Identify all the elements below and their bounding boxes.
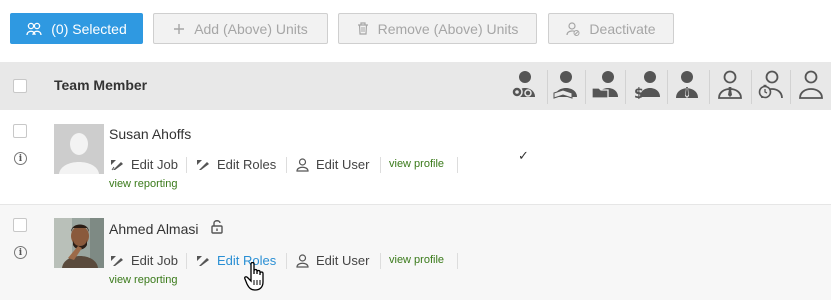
user-dollar-icon[interactable]: $ [632,66,662,102]
edit-job-link[interactable]: Edit Job [110,253,178,268]
edit-job-label: Edit Job [131,157,178,172]
group-icon [26,22,42,36]
action-divider [380,157,381,173]
header-divider [547,70,548,104]
view-reporting-link[interactable]: view reporting [109,274,177,286]
user-gear-icon[interactable] [508,66,538,102]
action-divider [457,253,458,269]
avatar [54,218,104,268]
edit-user-label: Edit User [316,253,370,268]
header-divider [751,70,752,104]
action-divider [286,157,287,173]
edit-roles-label: Edit Roles [217,157,277,172]
remove-units-label: Remove (Above) Units [377,20,519,37]
plus-icon [173,23,185,35]
trash-icon [357,22,369,35]
svg-text:$: $ [634,86,644,99]
role-check-mark[interactable]: ✓ [518,148,529,164]
add-units-button[interactable]: Add (Above) Units [153,13,328,44]
action-divider [286,253,287,269]
row-checkbox[interactable] [13,124,27,138]
user-outline-icon[interactable] [796,66,826,102]
edit-user-label: Edit User [316,157,370,172]
edit-icon [196,158,210,171]
deactivate-label: Deactivate [589,20,656,37]
user-badge-icon[interactable] [715,66,745,102]
member-name[interactable]: Ahmed Almasi [109,221,198,237]
view-profile-link[interactable]: view profile [389,158,444,170]
user-block-icon [566,21,580,36]
info-icon[interactable]: i [14,246,27,259]
user-reading-icon[interactable] [550,66,580,102]
user-icon [296,253,309,268]
edit-icon [110,158,124,171]
edit-icon [110,254,124,267]
user-tie-icon[interactable] [672,66,702,102]
edit-user-link[interactable]: Edit User [296,253,369,268]
edit-icon [196,254,210,267]
unlock-icon[interactable] [211,219,223,239]
hand-cursor-icon [244,261,270,297]
team-member-header: Team Member [54,77,148,93]
header-divider [709,70,710,104]
header-divider [625,70,626,104]
member-photo [54,218,104,268]
select-all-checkbox[interactable] [13,79,27,93]
header-divider [790,70,791,104]
avatar [54,124,104,174]
edit-job-link[interactable]: Edit Job [110,157,178,172]
user-icon [296,157,309,172]
member-name[interactable]: Susan Ahoffs [109,126,191,142]
action-divider [457,157,458,173]
selected-button[interactable]: (0) Selected [10,13,143,44]
row-checkbox[interactable] [13,218,27,232]
header-divider [667,70,668,104]
action-divider [186,253,187,269]
action-divider [380,253,381,269]
default-avatar-icon [54,124,104,174]
add-units-label: Add (Above) Units [194,20,308,37]
user-stopwatch-icon[interactable] [755,66,785,102]
remove-units-button[interactable]: Remove (Above) Units [338,13,537,44]
edit-roles-link[interactable]: Edit Roles [196,157,276,172]
toolbar: (0) Selected Add (Above) Units Remove (A… [0,0,831,62]
info-icon[interactable]: i [14,152,27,165]
deactivate-button[interactable]: Deactivate [548,13,674,44]
user-folder-icon[interactable] [590,66,620,102]
view-profile-link[interactable]: view profile [389,254,444,266]
edit-job-label: Edit Job [131,253,178,268]
action-divider [186,157,187,173]
view-reporting-link[interactable]: view reporting [109,178,177,190]
selected-label: (0) Selected [51,20,127,37]
header-divider [585,70,586,104]
edit-user-link[interactable]: Edit User [296,157,369,172]
